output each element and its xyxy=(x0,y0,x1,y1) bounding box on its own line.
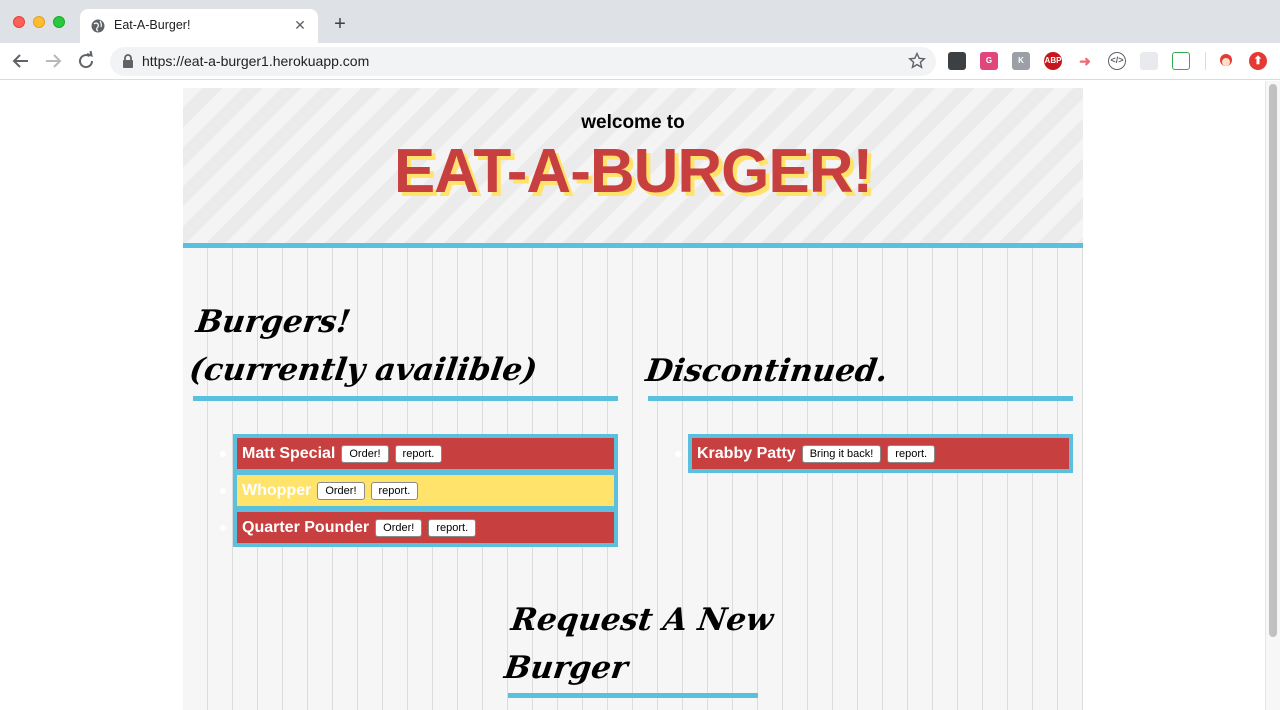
share-arrow-extension-icon[interactable]: ➜ xyxy=(1076,52,1094,70)
welcome-text: welcome to xyxy=(581,112,685,133)
bookmark-star-icon[interactable] xyxy=(908,52,926,70)
request-heading-line2: Burger xyxy=(502,650,630,686)
minimize-window-button[interactable] xyxy=(33,16,45,28)
brand-title: EAT-A-BURGER! xyxy=(393,137,873,206)
lock-icon xyxy=(123,54,133,68)
burger-name: Matt Special xyxy=(242,444,336,462)
list-item: Krabby Patty Bring it back! report. xyxy=(675,438,1069,469)
request-heading-line1: Request A New xyxy=(508,602,776,638)
available-heading: Burgers! (currently availible) xyxy=(186,298,547,394)
order-button[interactable]: Order! xyxy=(341,444,389,463)
address-bar[interactable]: https://eat-a-burger1.herokuapp.com xyxy=(110,47,936,76)
grid-extension-icon[interactable] xyxy=(1140,52,1158,70)
available-heading-line2: (currently availible) xyxy=(187,352,540,388)
bullet xyxy=(675,451,681,457)
code-extension-icon[interactable]: </> xyxy=(1108,52,1126,70)
browser-tab[interactable]: Eat-A-Burger! ✕ xyxy=(80,9,318,43)
toolbar-separator xyxy=(1205,52,1206,70)
bullet xyxy=(220,525,226,531)
globe-icon xyxy=(91,19,105,33)
forward-arrow-icon[interactable] xyxy=(41,49,65,73)
burger-name: Whopper xyxy=(242,481,312,499)
burger-name: Quarter Pounder xyxy=(242,518,370,536)
report-button[interactable]: report. xyxy=(394,444,443,463)
discontinued-divider xyxy=(648,396,1073,401)
order-button[interactable]: Order! xyxy=(375,518,423,537)
upload-extension-icon[interactable]: ⬆ xyxy=(1249,52,1267,70)
available-heading-line1: Burgers! xyxy=(193,304,353,340)
burger-name: Krabby Patty xyxy=(697,444,796,462)
discontinued-burger-list: Krabby Patty Bring it back! report. xyxy=(675,434,1073,473)
report-button[interactable]: report. xyxy=(887,444,936,463)
report-button[interactable]: report. xyxy=(370,481,419,500)
new-tab-button[interactable]: + xyxy=(330,14,350,34)
bullet xyxy=(220,451,226,457)
page-viewport: welcome to EAT-A-BURGER! Burgers! (curre… xyxy=(0,81,1265,710)
scrollbar-thumb[interactable] xyxy=(1269,84,1277,637)
profile-avatar[interactable] xyxy=(1217,52,1235,70)
close-tab-icon[interactable]: ✕ xyxy=(291,16,309,34)
available-burger-list: Matt Special Order! report. Whopper Orde… xyxy=(220,434,618,547)
request-heading: Request A New Burger xyxy=(501,596,776,692)
discontinued-heading-text: Discontinued. xyxy=(643,353,891,389)
tab-title: Eat-A-Burger! xyxy=(114,18,191,32)
bring-back-button[interactable]: Bring it back! xyxy=(801,444,882,463)
close-window-button[interactable] xyxy=(13,16,25,28)
grammarly-extension-icon[interactable]: G xyxy=(980,52,998,70)
dark-reader-extension-icon[interactable] xyxy=(948,52,966,70)
url-text: https://eat-a-burger1.herokuapp.com xyxy=(142,53,370,69)
maximize-window-button[interactable] xyxy=(53,16,65,28)
list-item: Whopper Order! report. xyxy=(220,475,614,506)
discontinued-heading: Discontinued. xyxy=(643,347,891,395)
order-button[interactable]: Order! xyxy=(317,481,365,500)
reload-icon[interactable] xyxy=(74,49,98,73)
page-scrollbar[interactable] xyxy=(1265,81,1280,710)
header-banner: welcome to EAT-A-BURGER! xyxy=(183,88,1083,248)
k-extension-icon[interactable]: K xyxy=(1012,52,1030,70)
bullet xyxy=(220,488,226,494)
report-button[interactable]: report. xyxy=(428,518,477,537)
page-container: welcome to EAT-A-BURGER! Burgers! (curre… xyxy=(183,88,1083,710)
available-divider xyxy=(193,396,618,401)
back-arrow-icon[interactable] xyxy=(9,49,33,73)
edit-extension-icon[interactable] xyxy=(1172,52,1190,70)
list-item: Quarter Pounder Order! report. xyxy=(220,512,614,543)
adblock-plus-icon[interactable]: ABP xyxy=(1044,52,1062,70)
request-divider xyxy=(508,693,758,698)
avatar-icon xyxy=(1220,54,1232,66)
browser-tab-bar: Eat-A-Burger! ✕ + xyxy=(0,0,1280,43)
list-item: Matt Special Order! report. xyxy=(220,438,614,469)
